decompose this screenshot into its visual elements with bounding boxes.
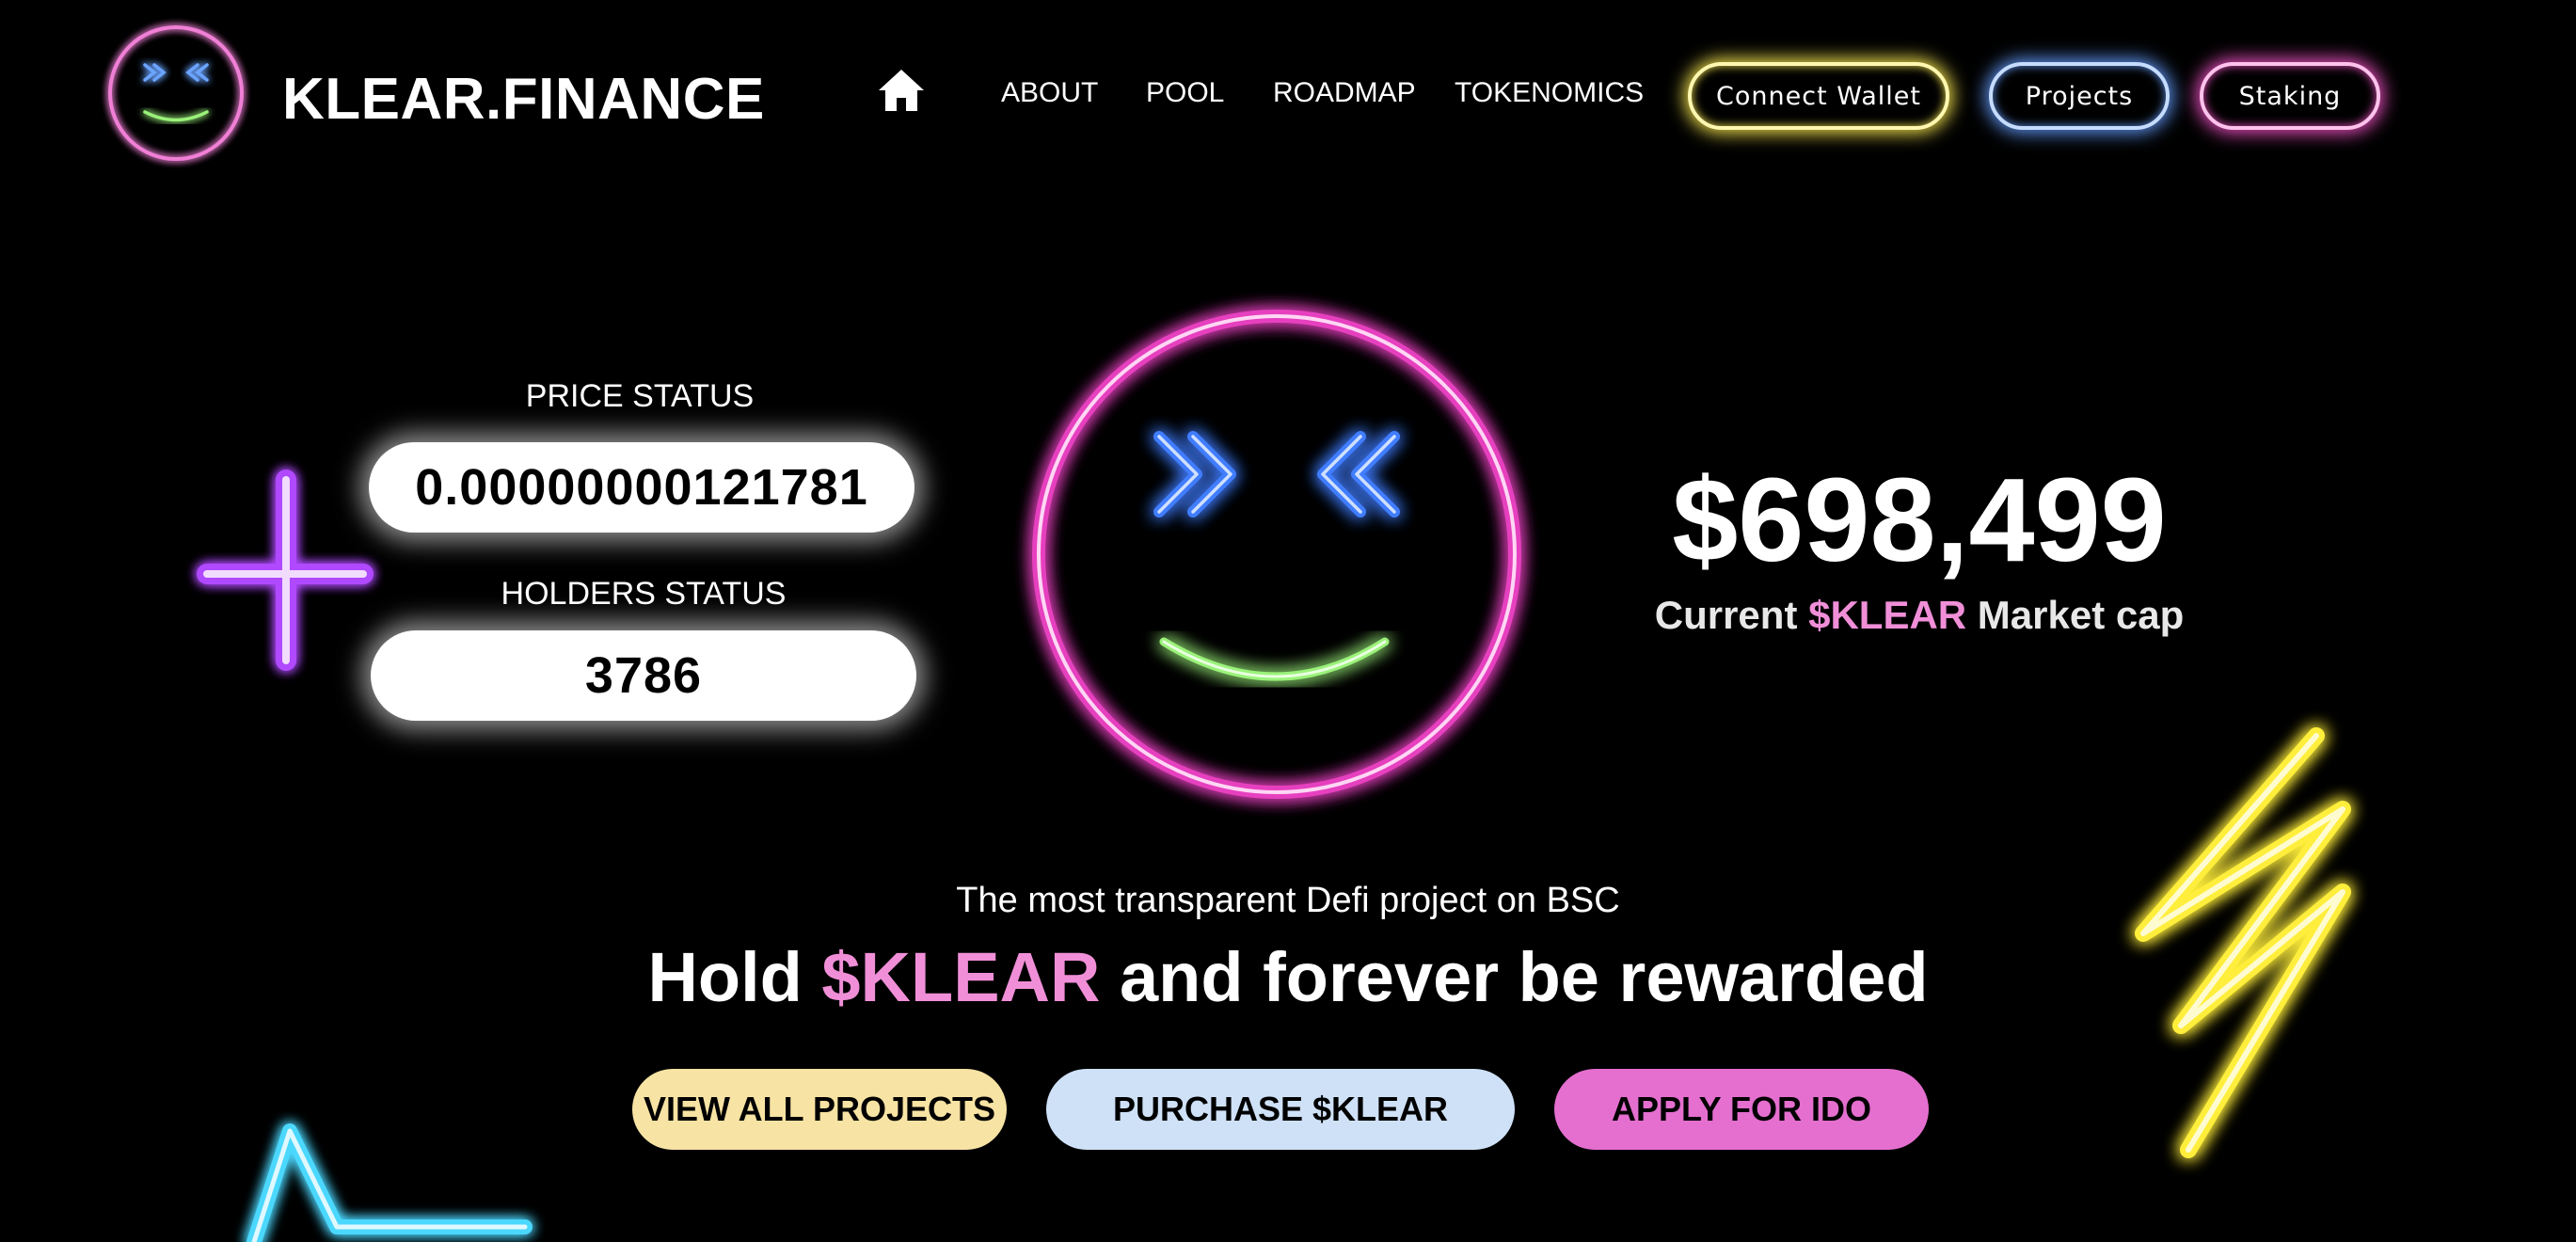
- home-icon: [879, 70, 924, 111]
- market-cap-value: $698,499: [1672, 454, 2167, 586]
- neon-plus-icon: [197, 470, 374, 671]
- holders-status-label: HOLDERS STATUS: [501, 576, 787, 612]
- projects-button[interactable]: Projects: [1989, 62, 2170, 130]
- market-cap-token: $KLEAR: [1808, 593, 1967, 637]
- staking-button[interactable]: Staking: [2200, 62, 2380, 130]
- nav-about[interactable]: ABOUT: [1001, 77, 1098, 109]
- nav-roadmap[interactable]: ROADMAP: [1273, 77, 1416, 109]
- apply-for-ido-button[interactable]: APPLY FOR IDO: [1554, 1069, 1929, 1150]
- purchase-klear-button[interactable]: PURCHASE $KLEAR: [1046, 1069, 1515, 1150]
- headline: Hold $KLEAR and forever be rewarded: [0, 937, 2576, 1017]
- nav-tokenomics[interactable]: TOKENOMICS: [1455, 77, 1644, 109]
- view-all-projects-button[interactable]: VIEW ALL PROJECTS: [632, 1069, 1007, 1150]
- smiley-logo-icon: [108, 25, 244, 161]
- price-status-value: 0.00000000121781: [369, 442, 914, 533]
- logo[interactable]: [105, 23, 246, 164]
- market-cap-label: Current $KLEAR Market cap: [1599, 593, 2239, 638]
- brand-name[interactable]: KLEAR.FINANCE: [282, 66, 765, 133]
- holders-status-value: 3786: [371, 630, 916, 721]
- headline-token: $KLEAR: [821, 938, 1101, 1016]
- nav-pool[interactable]: POOL: [1146, 77, 1224, 109]
- connect-wallet-button[interactable]: Connect Wallet: [1688, 62, 1949, 130]
- headline-suffix: and forever be rewarded: [1100, 938, 1929, 1016]
- market-cap-label-prefix: Current: [1654, 593, 1809, 637]
- neon-smiley-icon: [1032, 310, 1521, 799]
- tagline: The most transparent Defi project on BSC: [956, 881, 1620, 920]
- price-status-label: PRICE STATUS: [525, 378, 755, 414]
- headline-prefix: Hold: [647, 938, 822, 1016]
- nav-home[interactable]: [875, 64, 928, 117]
- neon-star-icon: [246, 1123, 533, 1242]
- market-cap-label-suffix: Market cap: [1966, 593, 2185, 637]
